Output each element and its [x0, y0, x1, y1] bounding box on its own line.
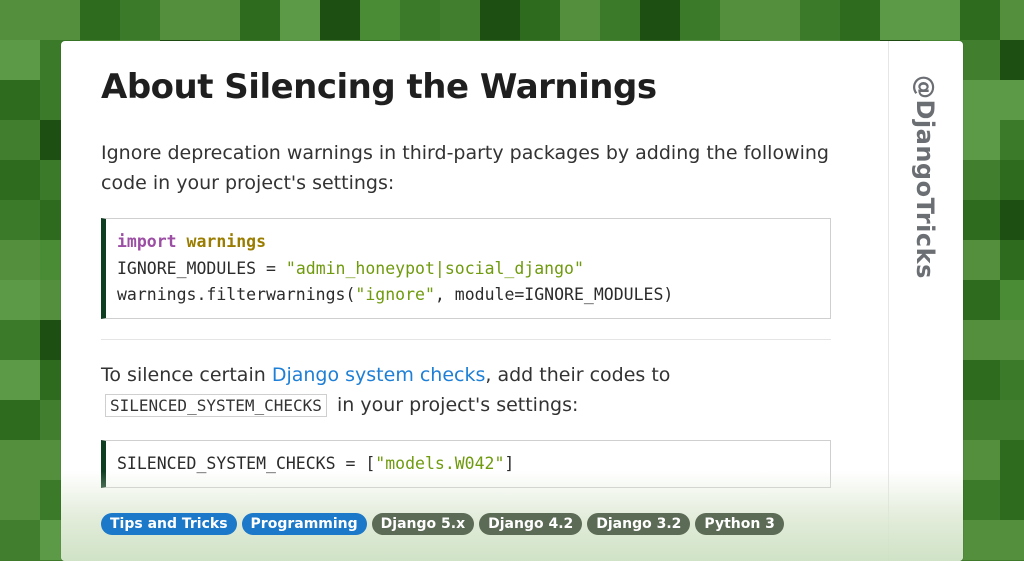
background-tile — [0, 520, 40, 560]
background-tile — [1000, 200, 1024, 240]
code-string: "ignore" — [355, 285, 435, 304]
content-card: About Silencing the Warnings Ignore depr… — [61, 41, 963, 561]
background-tile — [960, 440, 1000, 480]
page-title: About Silencing the Warnings — [101, 67, 657, 107]
code-keyword: import — [117, 232, 177, 251]
background-tile — [480, 0, 520, 40]
background-tile — [0, 80, 40, 120]
background-tile — [560, 0, 600, 40]
background-tile — [960, 320, 1000, 360]
background-tile — [1000, 320, 1024, 360]
background-tile — [960, 40, 1000, 80]
background-tile — [1000, 160, 1024, 200]
background-tile — [1000, 0, 1024, 40]
section-divider — [101, 339, 831, 340]
code-text: warnings.filterwarnings( — [117, 285, 356, 304]
paragraph-text: , add their codes to — [485, 364, 671, 386]
tag-tips-and-tricks[interactable]: Tips and Tricks — [101, 513, 237, 535]
code-line: IGNORE_MODULES = "admin_honeypot|social_… — [117, 256, 830, 283]
background-tile — [0, 280, 40, 320]
background-tile — [640, 0, 680, 40]
background-tile — [520, 0, 560, 40]
background-tile — [0, 320, 40, 360]
background-tile — [960, 120, 1000, 160]
background-tile — [160, 0, 200, 40]
background-tile — [880, 0, 920, 40]
code-line: import warnings — [117, 229, 830, 256]
tag-python-3[interactable]: Python 3 — [695, 513, 784, 535]
brand-handle: @DjangoTricks — [911, 75, 939, 279]
tag-list: Tips and Tricks Programming Django 5.x D… — [101, 513, 784, 535]
background-tile — [1000, 440, 1024, 480]
background-tile — [920, 0, 960, 40]
background-tile — [80, 0, 120, 40]
background-tile — [0, 400, 40, 440]
tag-django-3-2[interactable]: Django 3.2 — [587, 513, 691, 535]
background-tile — [0, 120, 40, 160]
background-tile — [960, 80, 1000, 120]
code-text: IGNORE_MODULES = — [117, 258, 286, 278]
code-string: "admin_honeypot|social_django" — [285, 258, 584, 278]
background-tile — [280, 0, 320, 40]
background-tile — [960, 0, 1000, 40]
background-tile — [800, 0, 840, 40]
background-tile — [120, 0, 160, 40]
background-tile — [960, 400, 1000, 440]
background-tile — [960, 240, 1000, 280]
background-tile — [0, 40, 40, 80]
code-module: warnings — [186, 232, 267, 251]
background-tile — [1000, 80, 1024, 120]
background-tile — [1000, 40, 1024, 80]
background-tile — [960, 280, 1000, 320]
tag-django-5x[interactable]: Django 5.x — [371, 513, 475, 535]
background-tile — [1000, 280, 1024, 320]
background-tile — [1000, 360, 1024, 400]
background-tile — [960, 480, 1000, 520]
background-tile — [360, 0, 400, 40]
background-tile — [760, 0, 800, 40]
background-tile — [320, 0, 360, 40]
background-tile — [960, 200, 1000, 240]
paragraph-text: To silence certain — [101, 364, 272, 386]
background-tile — [1000, 240, 1024, 280]
background-tile — [0, 200, 40, 240]
inline-code: SILENCED_SYSTEM_CHECKS — [105, 394, 327, 417]
background-tile — [0, 0, 40, 40]
background-tile — [440, 0, 480, 40]
background-tile — [1000, 120, 1024, 160]
background-tile — [0, 160, 40, 200]
code-line: warnings.filterwarnings("ignore", module… — [117, 282, 830, 309]
background-tile — [1000, 400, 1024, 440]
background-tile — [240, 0, 280, 40]
intro-paragraph: Ignore deprecation warnings in third-par… — [101, 142, 829, 194]
background-tile — [0, 440, 40, 480]
background-tile — [840, 0, 880, 40]
tag-programming[interactable]: Programming — [241, 513, 367, 535]
background-tile — [40, 0, 80, 40]
tag-django-4-2[interactable]: Django 4.2 — [479, 513, 583, 535]
background-tile — [400, 0, 440, 40]
background-tile — [200, 0, 240, 40]
background-tile — [680, 0, 720, 40]
background-tile — [0, 480, 40, 520]
background-tile — [1000, 480, 1024, 520]
code-block-warnings: import warnings IGNORE_MODULES = "admin_… — [101, 218, 831, 319]
system-checks-paragraph: To silence certain Django system checks,… — [101, 360, 831, 421]
background-tile — [0, 240, 40, 280]
background-tile — [1000, 520, 1024, 560]
code-text: , module=IGNORE_MODULES) — [434, 285, 674, 304]
background-tile — [600, 0, 640, 40]
background-tile — [960, 160, 1000, 200]
background-tile — [0, 360, 40, 400]
background-tile — [960, 520, 1000, 560]
background-tile — [720, 0, 760, 40]
background-tile — [960, 360, 1000, 400]
django-system-checks-link[interactable]: Django system checks — [272, 364, 486, 386]
paragraph-text: in your project's settings: — [336, 394, 579, 416]
